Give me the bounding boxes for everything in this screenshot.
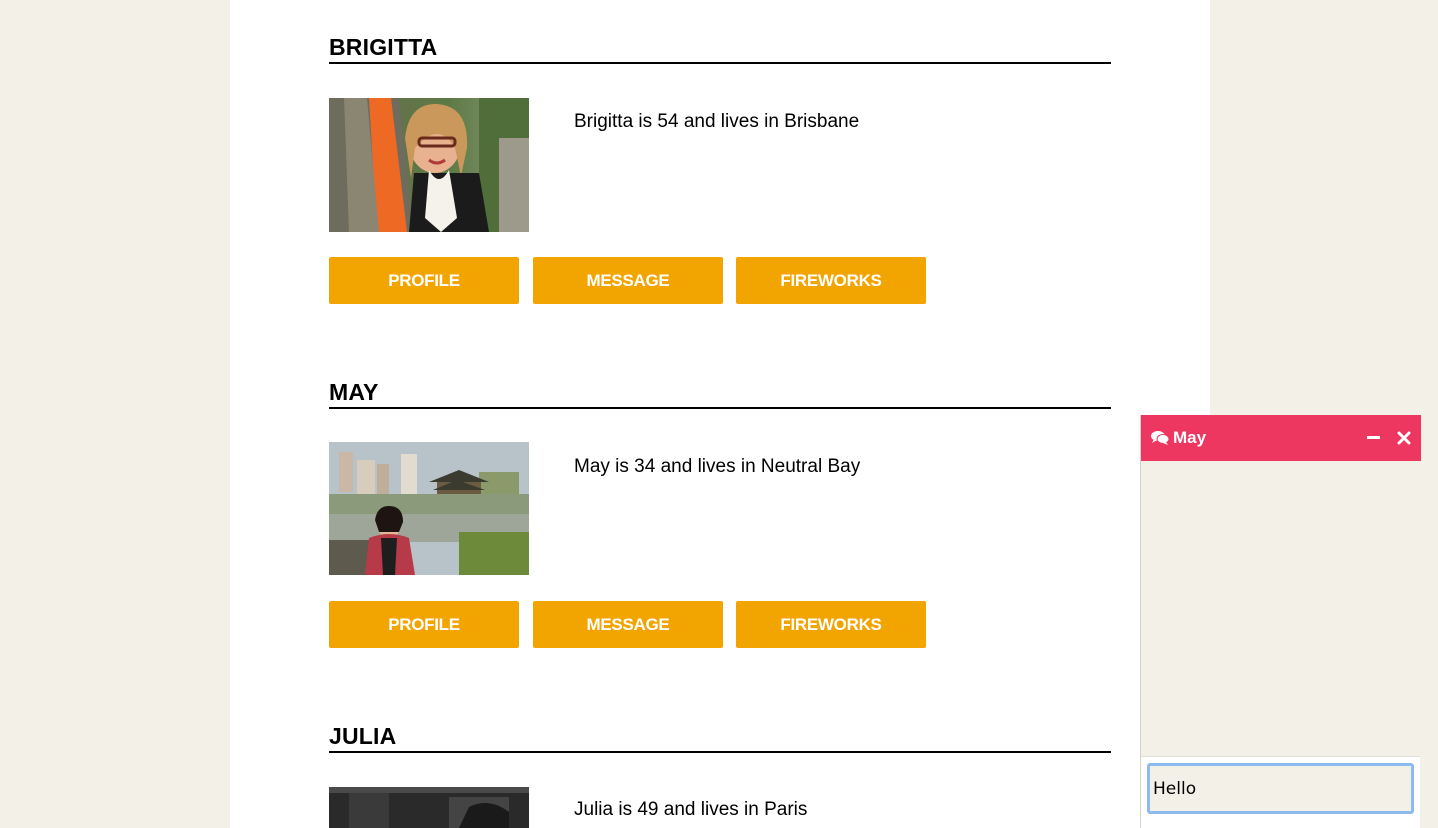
chat-composer: [1141, 756, 1420, 828]
member-photo[interactable]: [329, 442, 529, 576]
member-name: JULIA: [329, 720, 1111, 753]
member-actions: PROFILE MESSAGE FIREWORKS: [329, 257, 926, 304]
member-name: MAY: [329, 376, 1111, 409]
member-card-may: MAY May is 34 and lives in Neutral Bay P…: [329, 376, 1111, 648]
profile-button[interactable]: PROFILE: [329, 601, 519, 648]
minimize-icon[interactable]: [1365, 427, 1383, 447]
chat-message-input[interactable]: [1147, 763, 1414, 814]
member-description: Julia is 49 and lives in Paris: [574, 799, 808, 820]
chat-window: May: [1140, 415, 1421, 828]
profile-button[interactable]: PROFILE: [329, 257, 519, 304]
fireworks-button[interactable]: FIREWORKS: [736, 601, 926, 648]
comments-icon: [1151, 430, 1170, 446]
member-actions: PROFILE MESSAGE FIREWORKS: [329, 601, 926, 648]
message-button[interactable]: MESSAGE: [533, 601, 723, 648]
member-photo[interactable]: [329, 98, 529, 232]
chat-header[interactable]: May: [1141, 415, 1421, 461]
chat-messages: [1141, 461, 1420, 756]
member-card-brigitta: BRIGITTA Brigitta is 54 and lives in Bri…: [329, 31, 1111, 304]
member-photo[interactable]: [329, 787, 529, 828]
member-name: BRIGITTA: [329, 31, 1111, 64]
close-icon[interactable]: [1395, 427, 1413, 447]
message-button[interactable]: MESSAGE: [533, 257, 723, 304]
member-description: Brigitta is 54 and lives in Brisbane: [574, 111, 860, 132]
chat-title: May: [1173, 428, 1207, 447]
member-description: May is 34 and lives in Neutral Bay: [574, 456, 861, 477]
member-card-julia: JULIA Julia is 49 and lives in Paris: [329, 720, 1111, 828]
fireworks-button[interactable]: FIREWORKS: [736, 257, 926, 304]
main-content: BRIGITTA Brigitta is 54 and lives in Bri…: [230, 0, 1210, 828]
